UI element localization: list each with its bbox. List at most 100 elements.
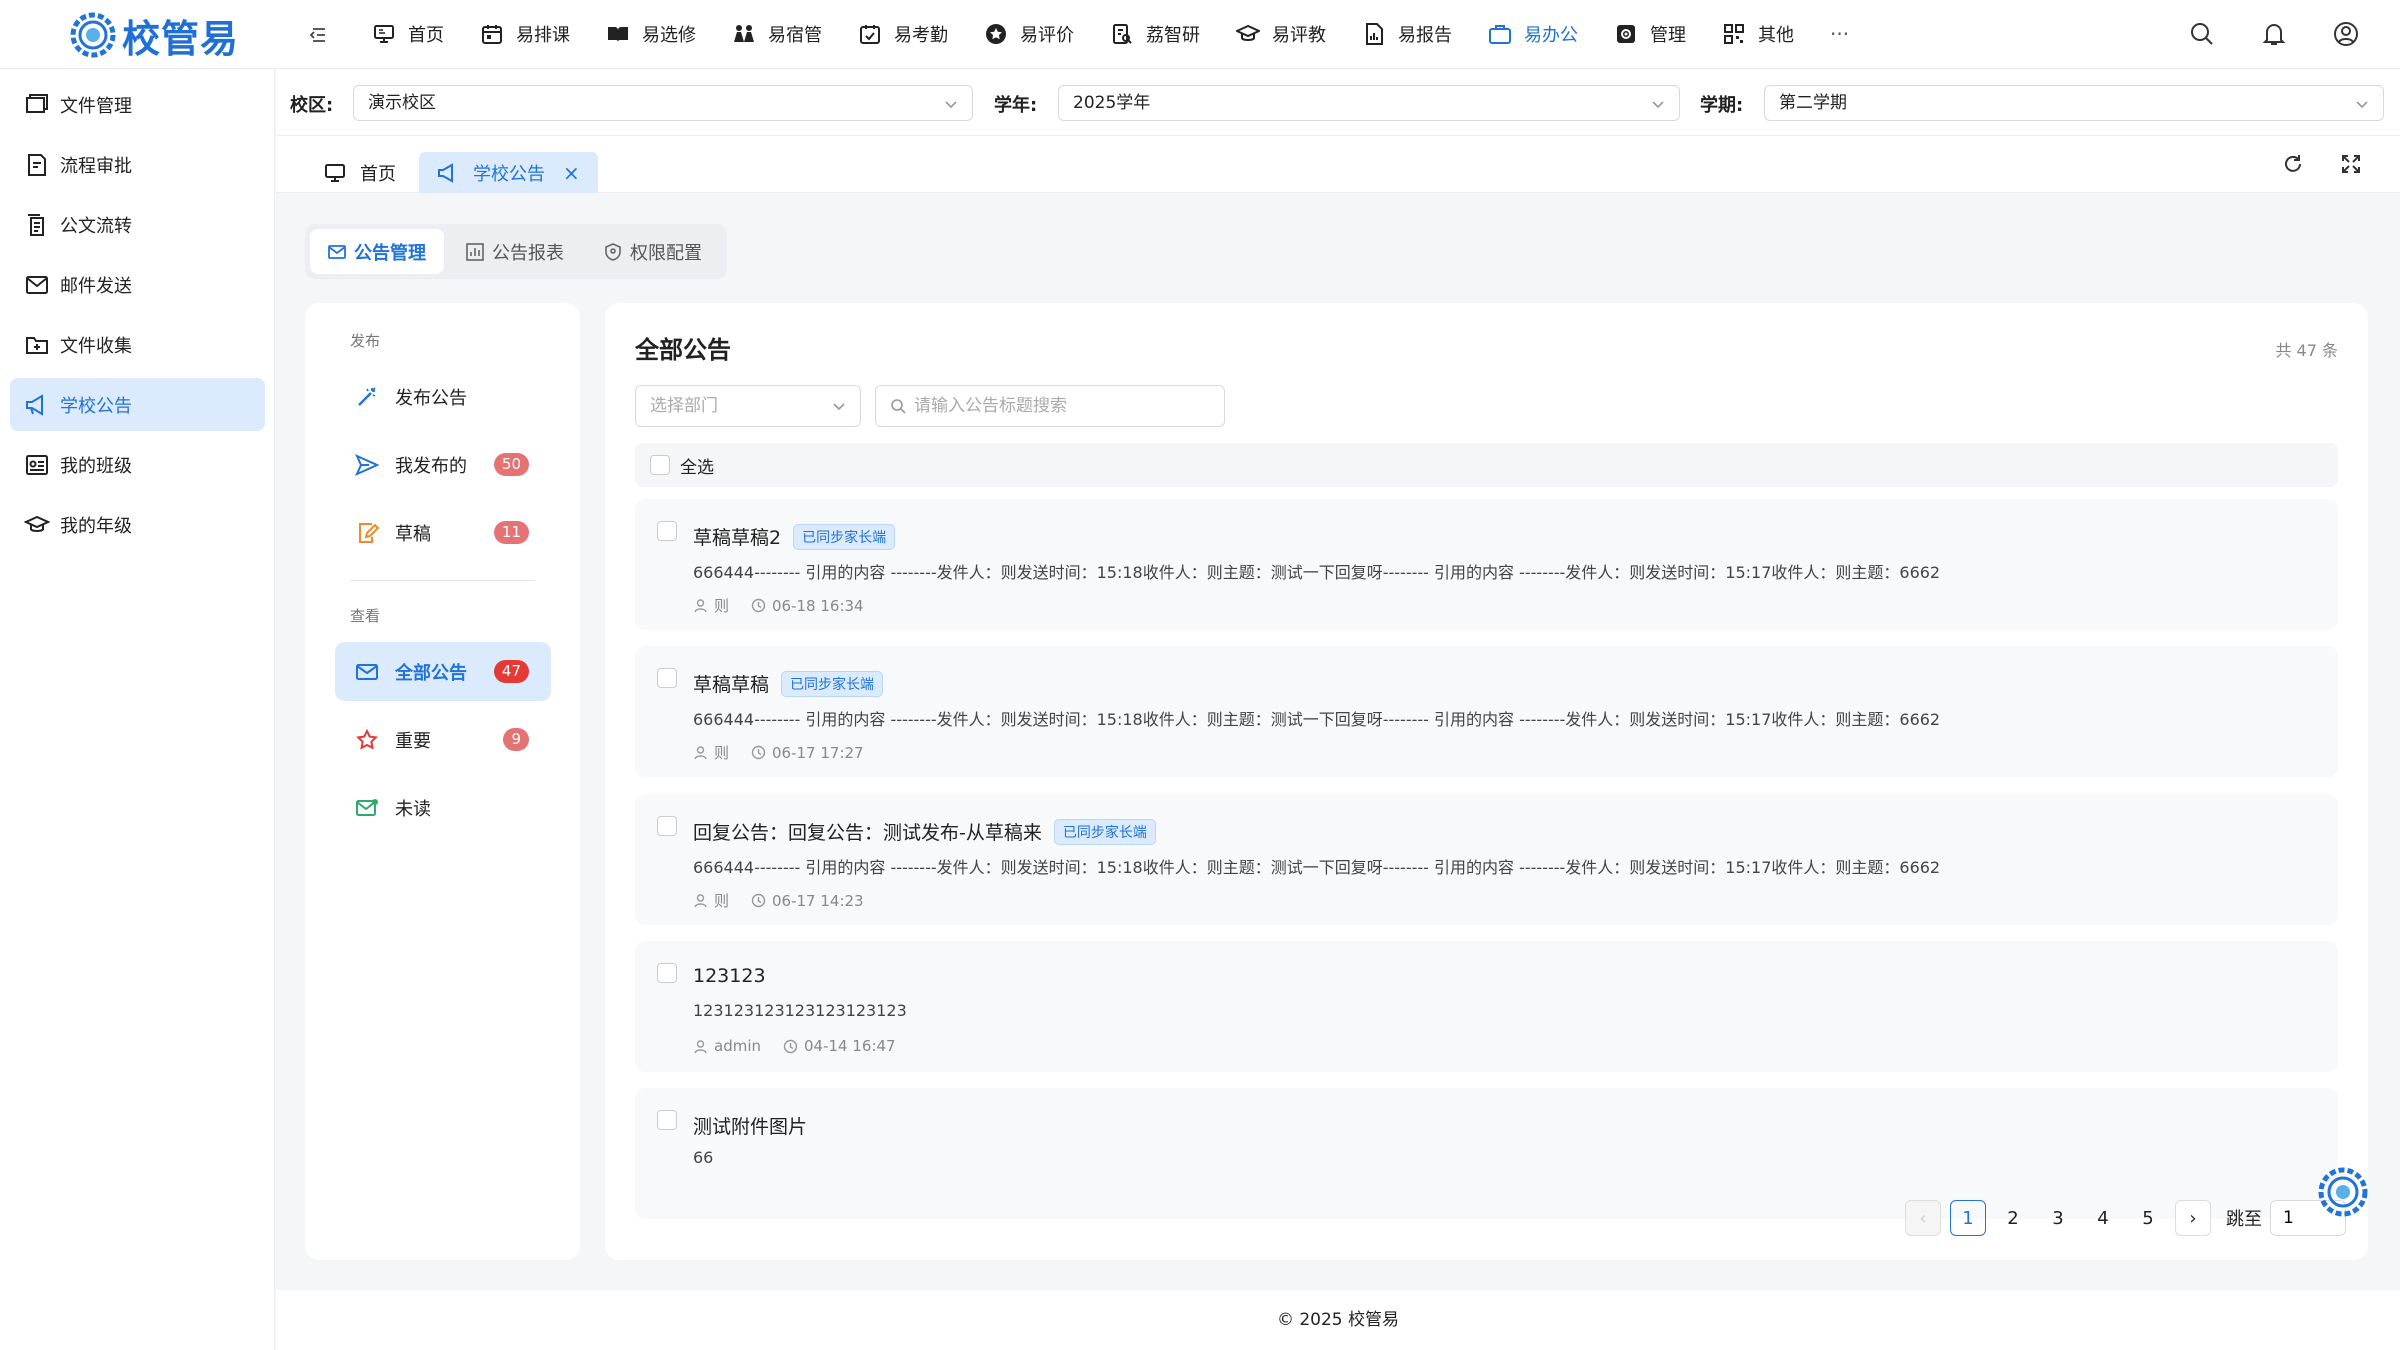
nav-item-home[interactable]: 首页: [372, 0, 444, 68]
sidebar-item-label: 学校公告: [60, 395, 132, 417]
item-checkbox[interactable]: [657, 668, 677, 688]
nav-item-label: 荔智研: [1146, 25, 1200, 46]
sidebar-item-school-notice[interactable]: 学校公告: [10, 378, 265, 431]
calendar-check-icon: [860, 25, 880, 44]
list-item[interactable]: 草稿草稿2 已同步家长端 666444-------- 引用的内容 ------…: [635, 499, 2338, 630]
brand-logo[interactable]: 校管易: [68, 6, 239, 64]
item-checkbox[interactable]: [657, 521, 677, 541]
notice-title-text: 草稿草稿2: [693, 527, 782, 549]
top-right-icons: [2144, 20, 2360, 48]
sidebar-item-documents[interactable]: 公文流转: [10, 198, 265, 251]
lp-item-label: 未读: [395, 798, 431, 820]
term-select[interactable]: 第二学期: [1764, 85, 2384, 121]
subtab-notice-management[interactable]: 公告管理: [310, 229, 444, 274]
subtab-notice-report[interactable]: 公告报表: [448, 229, 582, 274]
sidebar-item-approval[interactable]: 流程审批: [10, 138, 265, 191]
refresh-icon[interactable]: [2281, 152, 2305, 176]
nav-item-schedule[interactable]: 易排课: [480, 0, 570, 68]
prev-page-button[interactable]: ‹: [1905, 1200, 1941, 1236]
mail-icon: [328, 244, 346, 259]
notice-category-panel: 发布 发布公告 我发布的 50 草稿 11 查看 全部公告 47 重要 9 未读: [305, 303, 580, 1260]
notice-subtabs: 公告管理 公告报表 权限配置: [305, 224, 727, 279]
publish-notice-item[interactable]: 发布公告: [335, 367, 551, 426]
floating-assistant-icon[interactable]: [2317, 1166, 2369, 1218]
page-3-button[interactable]: 3: [2040, 1200, 2076, 1236]
nav-item-label: 易办公: [1524, 25, 1578, 46]
documents-icon: [28, 213, 44, 236]
lp-item-label: 草稿: [395, 523, 431, 545]
item-checkbox[interactable]: [657, 963, 677, 983]
nav-item-office[interactable]: 易办公: [1488, 0, 1578, 68]
notice-time: 06-17 17:27: [772, 743, 864, 762]
list-item[interactable]: 草稿草稿 已同步家长端 666444-------- 引用的内容 -------…: [635, 646, 2338, 777]
notice-title: 草稿草稿 已同步家长端: [693, 670, 884, 697]
nav-item-evaluation[interactable]: 易评价: [984, 0, 1074, 68]
draft-item[interactable]: 草稿 11: [335, 503, 551, 562]
sidebar-item-label: 文件管理: [60, 95, 132, 117]
approval-doc-icon: [28, 153, 46, 176]
campus-label: 校区:: [290, 95, 334, 116]
megaphone-icon: [26, 393, 43, 416]
campus-select[interactable]: 演示校区: [353, 85, 973, 121]
nav-item-dorm[interactable]: 易宿管: [732, 0, 822, 68]
year-select[interactable]: 2025学年: [1058, 85, 1680, 121]
briefcase-icon: [1489, 25, 1511, 44]
jump-label: 跳至: [2226, 1209, 2262, 1230]
menu-collapse-icon[interactable]: [305, 22, 331, 48]
nav-item-elective[interactable]: 易选修: [606, 0, 696, 68]
sync-status-tag: 已同步家长端: [781, 670, 884, 697]
sidebar-item-my-grade[interactable]: 我的年级: [10, 498, 265, 551]
close-icon[interactable]: ×: [563, 161, 580, 185]
count-badge: 50: [493, 453, 529, 476]
fullscreen-icon[interactable]: [2339, 152, 2363, 176]
chevron-down-icon: [945, 101, 957, 109]
subtab-label: 公告管理: [354, 242, 426, 264]
sidebar-item-file-collection[interactable]: 文件收集: [10, 318, 265, 371]
select-all-checkbox[interactable]: [650, 455, 670, 475]
user-icon: [694, 599, 707, 613]
sidebar-item-label: 流程审批: [60, 155, 132, 177]
next-page-button[interactable]: ›: [2175, 1200, 2211, 1236]
chevron-down-icon: [2356, 101, 2368, 109]
subtab-permission-config[interactable]: 权限配置: [586, 229, 720, 274]
list-item[interactable]: 回复公告：回复公告：测试发布-从草稿来 已同步家长端 666444-------…: [635, 794, 2338, 925]
item-checkbox[interactable]: [657, 1110, 677, 1130]
notice-title-text: 123123: [693, 965, 766, 987]
nav-more-button[interactable]: ···: [1830, 0, 1849, 68]
tab-home[interactable]: 首页: [306, 152, 414, 193]
tab-school-notice[interactable]: 学校公告 ×: [419, 152, 598, 193]
sidebar-item-file-management[interactable]: 文件管理: [10, 78, 265, 131]
department-select[interactable]: 选择部门: [635, 385, 861, 427]
all-notices-item[interactable]: 全部公告 47: [335, 642, 551, 701]
sidebar-item-my-class[interactable]: 我的班级: [10, 438, 265, 491]
important-item[interactable]: 重要 9: [335, 710, 551, 769]
page-2-button[interactable]: 2: [1995, 1200, 2031, 1236]
my-published-item[interactable]: 我发布的 50: [335, 435, 551, 494]
nav-item-other[interactable]: 其他: [1722, 0, 1794, 68]
sidebar: 文件管理 流程审批 公文流转 邮件发送 文件收集 学校公告 我的班级 我的年级: [0, 69, 275, 1350]
page-1-button[interactable]: 1: [1950, 1200, 1986, 1236]
nav-item-attendance[interactable]: 易考勤: [858, 0, 948, 68]
user-avatar-icon[interactable]: [2332, 20, 2360, 48]
unread-item[interactable]: 未读: [335, 778, 551, 837]
nav-item-research[interactable]: 荔智研: [1110, 0, 1200, 68]
nav-item-report[interactable]: 易报告: [1362, 0, 1452, 68]
clock-icon: [751, 893, 766, 908]
nav-item-teach-eval[interactable]: 易评教: [1236, 0, 1326, 68]
nav-item-admin[interactable]: 管理: [1614, 0, 1686, 68]
section-view-heading: 查看: [350, 607, 381, 625]
item-checkbox[interactable]: [657, 816, 677, 836]
page-4-button[interactable]: 4: [2085, 1200, 2121, 1236]
count-badge: 9: [503, 728, 529, 751]
notice-meta: admin 04-14 16:47: [693, 1037, 896, 1055]
folder-icon: [26, 93, 48, 113]
search-input[interactable]: [875, 385, 1225, 427]
count-badge: 47: [493, 660, 529, 683]
sidebar-item-mail[interactable]: 邮件发送: [10, 258, 265, 311]
search-icon[interactable]: [2188, 20, 2216, 48]
bell-icon[interactable]: [2260, 20, 2288, 48]
notice-title-text: 草稿草稿: [693, 674, 770, 696]
list-item[interactable]: 123123 123123123123123123123 admin 04-14…: [635, 941, 2338, 1072]
grid-icon: [1724, 24, 1744, 44]
page-5-button[interactable]: 5: [2130, 1200, 2166, 1236]
